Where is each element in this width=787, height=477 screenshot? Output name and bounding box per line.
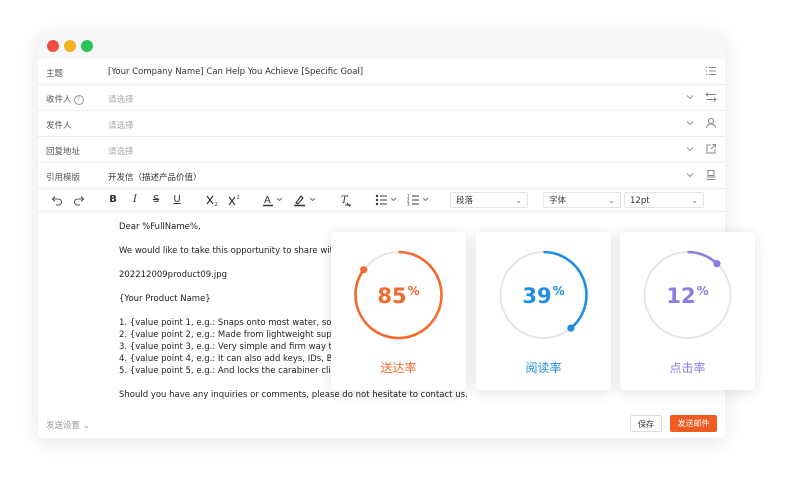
save-button[interactable]: 保存	[630, 415, 662, 432]
strikethrough-button[interactable]: S	[151, 193, 161, 207]
editor-toolbar: B I S U 2 2 A T 1 2 3 段落 ⌄ 字体 ⌄ 12pt ⌄	[38, 189, 725, 212]
title-bar	[38, 33, 725, 59]
click-rate-label: 点击率	[669, 361, 706, 375]
chevron-down-icon[interactable]	[686, 145, 694, 153]
chevron-down-icon: ⌄	[82, 421, 90, 431]
close-window-button[interactable]	[47, 40, 59, 52]
body-line: 1. {value point 1, e.g.: Snaps onto most…	[119, 318, 359, 328]
reply-to-select[interactable]: 请选择	[108, 145, 134, 157]
font-select-value: 字体	[549, 196, 567, 206]
subscript-icon[interactable]: 2	[206, 193, 220, 207]
body-line: Dear %FullName%,	[119, 222, 201, 232]
sender-label: 发件人	[46, 121, 72, 131]
svg-text:2: 2	[215, 202, 218, 207]
subject-row: 主题 [Your Company Name] Can Help You Achi…	[38, 59, 725, 85]
reply-to-label: 回复地址	[46, 147, 81, 157]
maximize-window-button[interactable]	[81, 40, 93, 52]
body-line: 2. {value point 2, e.g.: Made from light…	[119, 330, 360, 340]
chevron-down-icon: ⌄	[608, 196, 615, 205]
send-settings-toggle[interactable]: 发送设置 ⌄	[46, 419, 90, 431]
read-rate-label: 阅读率	[525, 361, 562, 375]
chevron-down-icon: ⌄	[515, 196, 522, 205]
subject-label: 主题	[46, 69, 64, 79]
minimize-window-button[interactable]	[64, 40, 76, 52]
recipient-select[interactable]: 请选择	[108, 93, 134, 105]
font-size-select-value: 12pt	[630, 196, 650, 206]
delivery-rate-label: 送达率	[380, 361, 417, 375]
user-icon[interactable]	[705, 117, 717, 129]
help-icon[interactable]: ?	[73, 94, 84, 105]
list-icon[interactable]	[705, 65, 717, 77]
redo-icon[interactable]	[73, 193, 85, 207]
paragraph-select[interactable]: 段落 ⌄	[450, 192, 528, 208]
body-line: 202212009product09.jpg	[119, 270, 228, 280]
font-size-select[interactable]: 12pt ⌄	[624, 192, 704, 208]
sender-row: 发件人 请选择	[38, 111, 725, 137]
metric-card-click: 12% 点击率	[620, 232, 755, 390]
sender-select[interactable]: 请选择	[108, 119, 134, 131]
chevron-down-icon[interactable]	[686, 93, 694, 101]
reply-to-row: 回复地址 请选择	[38, 137, 725, 163]
click-rate-marker	[713, 260, 721, 268]
body-line: Should you have any inquiries or comment…	[119, 390, 468, 400]
stamp-icon[interactable]	[705, 169, 717, 181]
body-line: 5. {value point 5, e.g.: And locks the c…	[119, 366, 366, 376]
clear-format-icon[interactable]: T	[340, 193, 352, 207]
recipient-row: 收件人? 请选择	[38, 85, 725, 111]
template-select[interactable]: 开发信（描述产品价值）	[108, 171, 202, 183]
chevron-down-icon[interactable]	[686, 171, 694, 179]
metric-card-read: 39% 阅读率	[476, 232, 611, 390]
chevron-down-icon: ⌄	[691, 196, 698, 205]
undo-icon[interactable]	[51, 193, 63, 207]
svg-text:A: A	[264, 195, 271, 206]
read-rate-marker	[567, 324, 575, 332]
numbered-list-icon[interactable]: 123	[407, 193, 431, 207]
template-row: 引用模版 开发信（描述产品价值）	[38, 163, 725, 189]
click-rate-value: 12%	[666, 284, 709, 308]
metric-card-delivery: 85% 送达率	[331, 232, 466, 390]
font-select[interactable]: 字体 ⌄	[543, 192, 621, 208]
chevron-down-icon[interactable]	[686, 119, 694, 127]
delivery-rate-value: 85%	[377, 284, 420, 308]
italic-button[interactable]: I	[130, 193, 140, 207]
paragraph-select-value: 段落	[456, 196, 474, 206]
delivery-rate-marker	[360, 266, 368, 274]
svg-text:3: 3	[407, 202, 410, 207]
send-email-button[interactable]: 发送邮件	[670, 415, 717, 432]
read-rate-value: 39%	[522, 284, 565, 308]
body-line: {Your Product Name}	[119, 294, 211, 304]
superscript-icon[interactable]: 2	[228, 193, 242, 207]
body-line: 3. {value point 3, e.g.: Very simple and…	[119, 342, 362, 352]
external-link-icon[interactable]	[705, 143, 717, 155]
highlight-color-icon[interactable]	[294, 193, 318, 207]
template-label: 引用模版	[46, 173, 81, 183]
subject-input[interactable]: [Your Company Name] Can Help You Achieve…	[108, 67, 363, 77]
bold-button[interactable]: B	[108, 193, 118, 207]
swap-icon[interactable]	[705, 91, 717, 103]
svg-text:2: 2	[237, 195, 240, 201]
text-color-icon[interactable]: A	[263, 193, 285, 207]
underline-button[interactable]: U	[172, 193, 182, 207]
body-line: We would like to take this opportunity t…	[119, 246, 360, 256]
recipient-label: 收件人?	[46, 93, 84, 105]
body-line: 4. {value point 4, e.g.: It can also add…	[119, 354, 359, 364]
bullet-list-icon[interactable]	[375, 193, 399, 207]
